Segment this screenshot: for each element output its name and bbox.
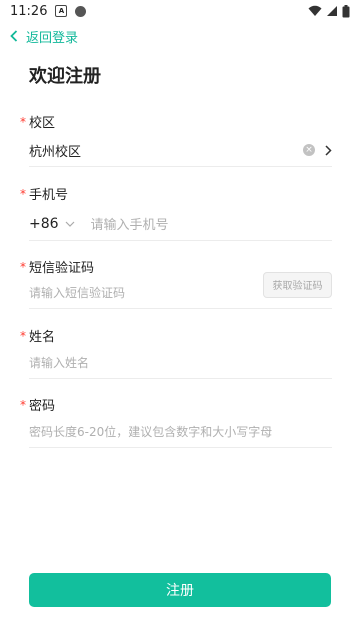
sms-code-field: * 短信验证码 请输入短信验证码 获取验证码	[20, 257, 332, 309]
sms-code-row: 请输入短信验证码 获取验证码	[29, 271, 332, 309]
campus-value: 杭州校区	[29, 144, 82, 160]
signal-icon	[327, 6, 337, 16]
name-label: * 姓名	[20, 326, 332, 346]
password-field: * 密码 密码长度6-20位，建议包含数字和大小写字母	[20, 395, 332, 448]
name-row: 请输入姓名	[29, 346, 332, 379]
chevron-down-icon[interactable]	[65, 221, 75, 227]
phone-field: * 手机号 +86 请输入手机号	[20, 184, 332, 241]
country-code[interactable]: +86	[29, 216, 59, 232]
required-mark: *	[20, 259, 26, 274]
campus-actions: ×	[303, 144, 332, 156]
password-input[interactable]: 密码长度6-20位，建议包含数字和大小写字母	[29, 423, 272, 440]
notification-icon: A	[55, 5, 68, 17]
password-row: 密码长度6-20位，建议包含数字和大小写字母	[29, 415, 332, 448]
password-label-text: 密码	[29, 399, 56, 414]
status-left: 11:26 A	[10, 3, 87, 19]
required-mark: *	[20, 328, 26, 343]
campus-field: * 校区 杭州校区 ×	[20, 112, 332, 167]
phone-row: +86 请输入手机号	[29, 207, 332, 241]
phone-label-text: 手机号	[29, 188, 69, 203]
back-label: 返回登录	[26, 30, 79, 46]
required-mark: *	[20, 186, 26, 201]
page-title: 欢迎注册	[29, 66, 101, 87]
sms-code-label-text: 短信验证码	[29, 261, 95, 276]
password-label: * 密码	[20, 395, 332, 415]
wifi-icon	[308, 5, 322, 16]
register-button[interactable]: 注册	[29, 573, 331, 607]
name-input[interactable]: 请输入姓名	[29, 354, 89, 371]
phone-input[interactable]: 请输入手机号	[91, 214, 169, 233]
chevron-left-icon	[10, 30, 18, 42]
required-mark: *	[20, 114, 26, 129]
battery-icon	[342, 4, 350, 17]
status-time: 11:26	[10, 3, 48, 19]
sms-code-input[interactable]: 请输入短信验证码	[29, 284, 125, 301]
phone-label: * 手机号	[20, 184, 332, 204]
back-to-login[interactable]: 返回登录	[10, 27, 79, 46]
notification-dot-icon	[75, 5, 87, 17]
campus-label: * 校区	[20, 112, 332, 132]
clear-icon[interactable]: ×	[303, 144, 315, 156]
get-code-button[interactable]: 获取验证码	[263, 271, 332, 298]
campus-label-text: 校区	[29, 116, 56, 131]
name-field: * 姓名 请输入姓名	[20, 326, 332, 379]
campus-select[interactable]: 杭州校区 ×	[29, 134, 332, 167]
status-bar: 11:26 A	[0, 0, 360, 22]
required-mark: *	[20, 397, 26, 412]
chevron-right-icon[interactable]	[325, 144, 332, 156]
status-right	[308, 4, 350, 18]
name-label-text: 姓名	[29, 330, 56, 345]
